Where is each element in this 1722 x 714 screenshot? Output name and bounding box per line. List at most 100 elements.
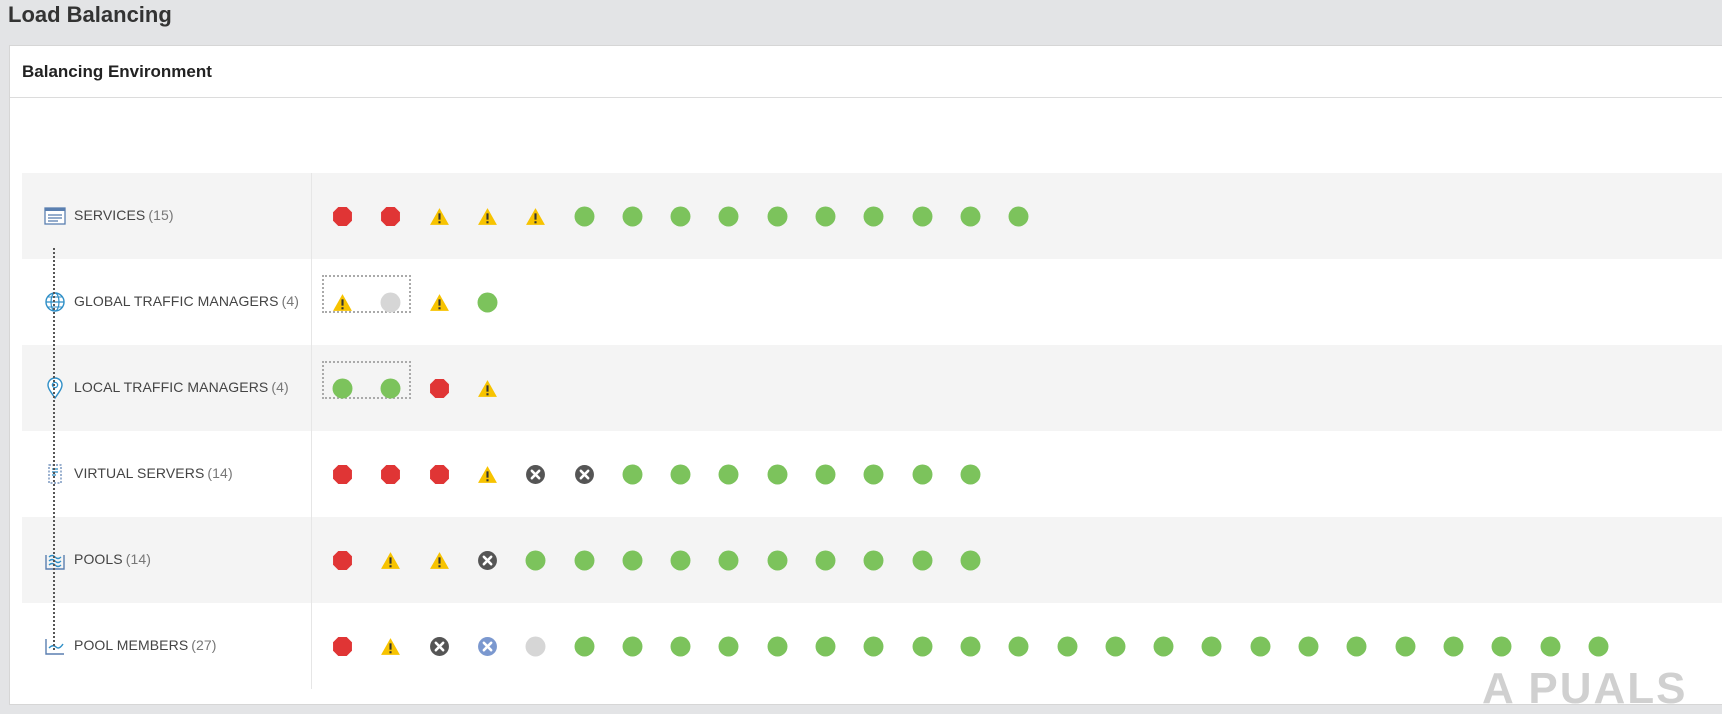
location-pin-icon — [44, 377, 66, 400]
status-critical-icon[interactable] — [429, 464, 450, 485]
status-warning-icon[interactable] — [429, 292, 450, 313]
status-ok-icon[interactable] — [1443, 636, 1464, 657]
status-ok-icon[interactable] — [815, 636, 836, 657]
row-label[interactable]: POOLS (14) — [74, 551, 151, 567]
status-ok-icon[interactable] — [863, 550, 884, 571]
status-ok-icon[interactable] — [1008, 206, 1029, 227]
status-warning-icon[interactable] — [380, 550, 401, 571]
status-ok-icon[interactable] — [863, 464, 884, 485]
watermark: A PUALS — [1482, 664, 1688, 713]
row-services[interactable]: SERVICES (15) — [22, 173, 1722, 259]
status-ok-icon[interactable] — [1588, 636, 1609, 657]
status-ok-icon[interactable] — [670, 550, 691, 571]
balancing-environment-panel: Balancing Environment SERVICES (15) GLOBAL… — [9, 45, 1722, 713]
row-label-cell: POOL MEMBERS (27) — [22, 603, 312, 689]
status-warning-icon[interactable] — [525, 206, 546, 227]
status-warning-icon[interactable] — [477, 206, 498, 227]
status-unmanaged-icon[interactable] — [477, 636, 498, 657]
status-ok-icon[interactable] — [670, 464, 691, 485]
status-ok-icon[interactable] — [574, 636, 595, 657]
row-label[interactable]: POOL MEMBERS (27) — [74, 637, 217, 653]
status-down-icon[interactable] — [574, 464, 595, 485]
status-ok-icon[interactable] — [670, 636, 691, 657]
hierarchy-connector — [53, 248, 55, 650]
status-ok-icon[interactable] — [767, 464, 788, 485]
status-ok-icon[interactable] — [1250, 636, 1271, 657]
status-ok-icon[interactable] — [960, 206, 981, 227]
status-ok-icon[interactable] — [622, 550, 643, 571]
status-ok-icon[interactable] — [1491, 636, 1512, 657]
status-warning-icon[interactable] — [477, 464, 498, 485]
status-ok-icon[interactable] — [912, 550, 933, 571]
status-critical-icon[interactable] — [380, 206, 401, 227]
status-ok-icon[interactable] — [622, 206, 643, 227]
status-critical-icon[interactable] — [332, 550, 353, 571]
status-ok-icon[interactable] — [767, 206, 788, 227]
status-ok-icon[interactable] — [815, 206, 836, 227]
status-ok-icon[interactable] — [1008, 636, 1029, 657]
status-ok-icon[interactable] — [912, 206, 933, 227]
row-label[interactable]: VIRTUAL SERVERS (14) — [74, 465, 233, 481]
status-ok-icon[interactable] — [960, 636, 981, 657]
row-label[interactable]: SERVICES (15) — [74, 207, 174, 223]
row-label-text: LOCAL TRAFFIC MANAGERS — [74, 379, 269, 395]
status-ok-icon[interactable] — [912, 636, 933, 657]
status-ok-icon[interactable] — [815, 464, 836, 485]
status-ok-icon[interactable] — [718, 636, 739, 657]
status-warning-icon[interactable] — [380, 636, 401, 657]
row-label[interactable]: GLOBAL TRAFFIC MANAGERS (4) — [74, 293, 299, 309]
status-ok-icon[interactable] — [1395, 636, 1416, 657]
status-ok-icon[interactable] — [574, 206, 595, 227]
status-ok-icon[interactable] — [815, 550, 836, 571]
row-virtual-servers[interactable]: VIRTUAL SERVERS (14) — [22, 431, 1722, 517]
status-ok-icon[interactable] — [1540, 636, 1561, 657]
row-label[interactable]: LOCAL TRAFFIC MANAGERS (4) — [74, 379, 289, 395]
status-critical-icon[interactable] — [429, 378, 450, 399]
status-ok-icon[interactable] — [912, 464, 933, 485]
status-critical-icon[interactable] — [332, 636, 353, 657]
status-ok-icon[interactable] — [767, 550, 788, 571]
status-ok-icon[interactable] — [1105, 636, 1126, 657]
row-pool-members[interactable]: POOL MEMBERS (27) — [22, 603, 1722, 689]
row-global-traffic-managers[interactable]: GLOBAL TRAFFIC MANAGERS (4) — [22, 259, 1722, 345]
status-ok-icon[interactable] — [1298, 636, 1319, 657]
status-ok-icon[interactable] — [380, 378, 401, 399]
status-ok-icon[interactable] — [863, 636, 884, 657]
status-ok-icon[interactable] — [960, 464, 981, 485]
status-ok-icon[interactable] — [525, 550, 546, 571]
status-ok-icon[interactable] — [718, 550, 739, 571]
status-down-icon[interactable] — [429, 636, 450, 657]
status-ok-icon[interactable] — [332, 378, 353, 399]
status-critical-icon[interactable] — [332, 206, 353, 227]
status-ok-icon[interactable] — [477, 292, 498, 313]
row-label-text: SERVICES — [74, 207, 146, 223]
status-ok-icon[interactable] — [622, 464, 643, 485]
status-ok-icon[interactable] — [960, 550, 981, 571]
row-pools[interactable]: POOLS (14) — [22, 517, 1722, 603]
status-ok-icon[interactable] — [670, 206, 691, 227]
status-unknown-icon[interactable] — [525, 636, 546, 657]
status-ok-icon[interactable] — [767, 636, 788, 657]
status-unknown-icon[interactable] — [380, 292, 401, 313]
status-ok-icon[interactable] — [1201, 636, 1222, 657]
status-ok-icon[interactable] — [622, 636, 643, 657]
status-ok-icon[interactable] — [1153, 636, 1174, 657]
row-count: (14) — [207, 465, 233, 481]
row-local-traffic-managers[interactable]: LOCAL TRAFFIC MANAGERS (4) — [22, 345, 1722, 431]
status-ok-icon[interactable] — [1057, 636, 1078, 657]
status-warning-icon[interactable] — [429, 206, 450, 227]
status-ok-icon[interactable] — [574, 550, 595, 571]
status-ok-icon[interactable] — [718, 464, 739, 485]
status-warning-icon[interactable] — [429, 550, 450, 571]
status-down-icon[interactable] — [477, 550, 498, 571]
status-warning-icon[interactable] — [332, 292, 353, 313]
row-label-text: POOL MEMBERS — [74, 637, 189, 653]
status-critical-icon[interactable] — [380, 464, 401, 485]
status-ok-icon[interactable] — [863, 206, 884, 227]
row-count: (27) — [191, 637, 217, 653]
status-warning-icon[interactable] — [477, 378, 498, 399]
status-ok-icon[interactable] — [718, 206, 739, 227]
status-critical-icon[interactable] — [332, 464, 353, 485]
status-down-icon[interactable] — [525, 464, 546, 485]
status-ok-icon[interactable] — [1346, 636, 1367, 657]
